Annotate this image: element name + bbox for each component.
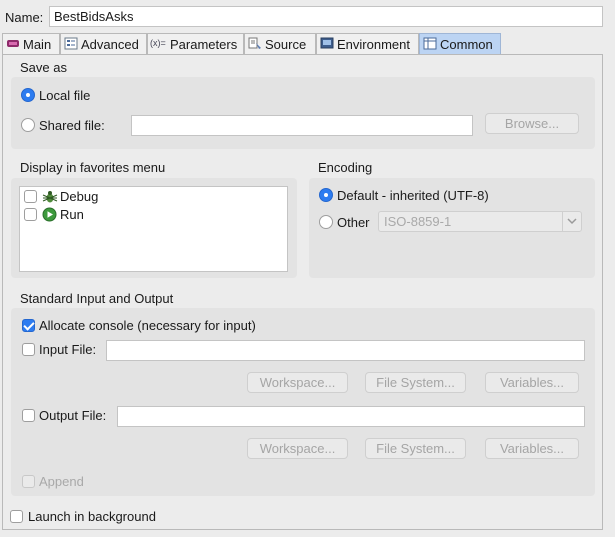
tab-main[interactable]: Main: [2, 33, 60, 54]
debug-bug-icon: [42, 191, 58, 203]
favorite-debug-label: Debug: [60, 189, 99, 204]
save-as-heading: Save as: [20, 60, 67, 75]
shared-file-radio[interactable]: [21, 118, 35, 132]
encoding-other-label[interactable]: Other: [337, 215, 370, 231]
launch-background-checkbox[interactable]: [10, 510, 23, 523]
tab-source[interactable]: Source: [244, 33, 316, 54]
tab-common-label: Common: [440, 37, 493, 52]
encoding-default-radio[interactable]: [319, 188, 333, 202]
favorite-debug-checkbox[interactable]: [24, 190, 37, 203]
std-io-heading: Standard Input and Output: [20, 291, 174, 306]
tab-main-label: Main: [23, 37, 52, 52]
output-workspace-button[interactable]: Workspace...: [247, 438, 348, 459]
input-variables-button[interactable]: Variables...: [485, 372, 579, 393]
favorite-run-label: Run: [60, 207, 84, 222]
parameters-tab-icon: (x)=: [150, 38, 166, 48]
tab-advanced-label: Advanced: [81, 37, 139, 52]
output-file-system-button[interactable]: File System...: [365, 438, 466, 459]
std-io-group: [11, 308, 595, 496]
local-file-label[interactable]: Local file: [39, 88, 90, 104]
tab-parameters-label: Parameters: [170, 37, 238, 52]
tab-environment[interactable]: Environment: [316, 33, 419, 54]
source-tab-icon: [248, 37, 261, 49]
encoding-dropdown-toggle[interactable]: [562, 212, 581, 231]
input-file-label[interactable]: Input File:: [39, 342, 96, 358]
input-file-checkbox[interactable]: [22, 343, 35, 356]
browse-button[interactable]: Browse...: [485, 113, 579, 134]
favorites-heading: Display in favorites menu: [20, 160, 166, 175]
allocate-console-label[interactable]: Allocate console (necessary for input): [39, 318, 256, 334]
name-input[interactable]: BestBidsAsks: [49, 6, 603, 27]
output-file-checkbox[interactable]: [22, 409, 35, 422]
output-file-field[interactable]: [117, 406, 585, 427]
launch-background-label[interactable]: Launch in background: [28, 509, 156, 525]
append-label: Append: [39, 474, 84, 489]
chevron-down-icon: [567, 218, 577, 225]
shared-file-input[interactable]: [131, 115, 473, 136]
input-workspace-button[interactable]: Workspace...: [247, 372, 348, 393]
encoding-heading: Encoding: [318, 160, 373, 175]
tab-environment-label: Environment: [337, 37, 410, 52]
environment-tab-icon: [320, 37, 334, 49]
tab-source-label: Source: [265, 37, 307, 52]
input-file-field[interactable]: [106, 340, 585, 361]
encoding-other-value: ISO-8859-1: [384, 214, 452, 229]
output-variables-button[interactable]: Variables...: [485, 438, 579, 459]
allocate-console-checkbox[interactable]: [22, 319, 35, 332]
input-file-system-button[interactable]: File System...: [365, 372, 466, 393]
encoding-other-radio[interactable]: [319, 215, 333, 229]
tab-parameters[interactable]: (x)= Parameters: [147, 33, 244, 54]
main-tab-icon: [7, 40, 19, 47]
shared-file-label[interactable]: Shared file:: [39, 118, 105, 134]
encoding-default-label[interactable]: Default - inherited (UTF-8): [337, 188, 489, 204]
advanced-tab-icon: [64, 37, 78, 50]
name-label: Name:: [5, 10, 44, 25]
tab-advanced[interactable]: Advanced: [60, 33, 147, 54]
run-play-icon: [42, 207, 57, 222]
favorite-run-checkbox[interactable]: [24, 208, 37, 221]
append-checkbox[interactable]: [22, 475, 35, 488]
output-file-label[interactable]: Output File:: [39, 408, 106, 424]
tab-common[interactable]: Common: [419, 33, 501, 54]
encoding-other-select[interactable]: ISO-8859-1: [378, 211, 582, 232]
local-file-radio[interactable]: [21, 88, 35, 102]
common-tab-icon: [423, 37, 437, 50]
